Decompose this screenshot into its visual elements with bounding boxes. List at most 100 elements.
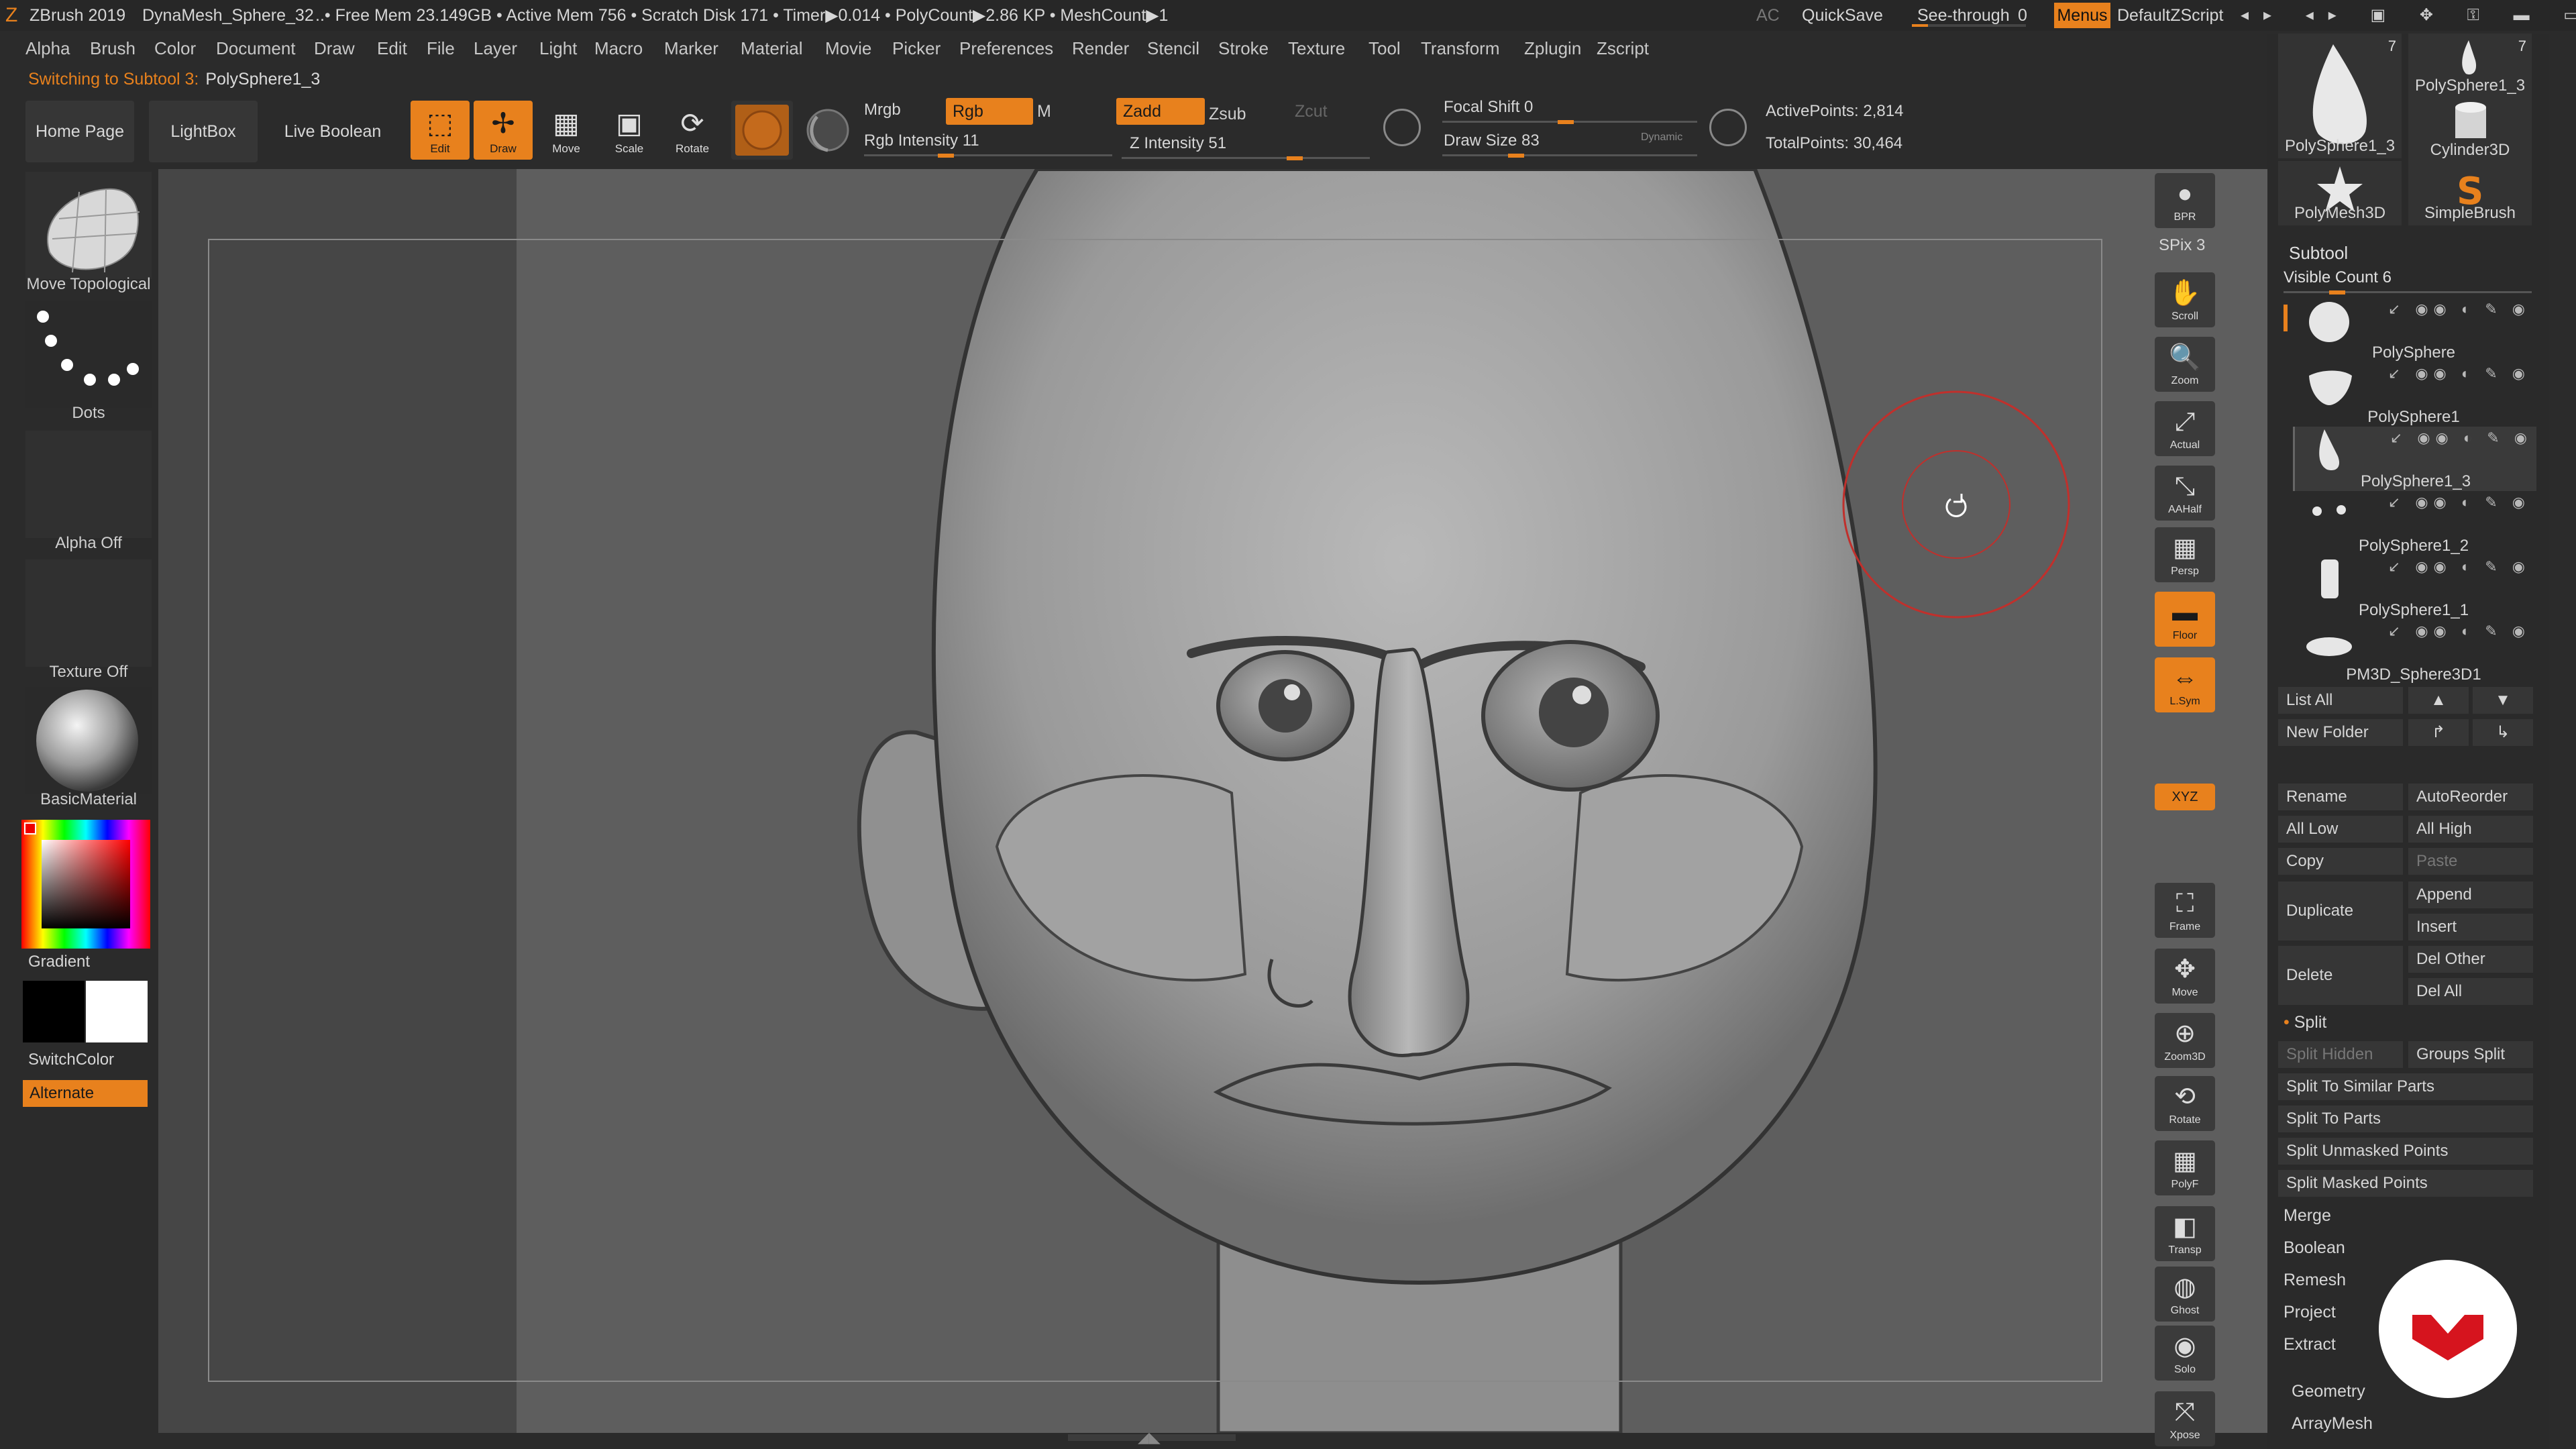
edit-button[interactable]: ⬚ Edit (411, 101, 470, 160)
tool-thumb-polymesh[interactable]: PolyMesh3D (2278, 161, 2402, 225)
extract-section[interactable]: Extract (2284, 1335, 2336, 1354)
visible-count-slider[interactable]: Visible Count 6 (2284, 268, 2392, 287)
insert-button[interactable]: Insert (2408, 914, 2533, 941)
rgb-intensity-knob[interactable] (938, 154, 954, 158)
menu-movie[interactable]: Movie (825, 34, 871, 63)
subtool-row[interactable]: ↙ ◉◉ ◐ ✎ ◉ PolySphere1_3 (2293, 427, 2536, 491)
menu-brush[interactable]: Brush (90, 34, 136, 63)
focal-shift-slider[interactable]: Focal Shift 0 (1444, 98, 1533, 117)
switch-color-button[interactable]: SwitchColor (28, 1051, 114, 1069)
all-high-button[interactable]: All High (2408, 816, 2533, 843)
menu-file[interactable]: File (427, 34, 455, 63)
menu-macro[interactable]: Macro (594, 34, 643, 63)
color-saturation-square[interactable] (42, 840, 130, 928)
window-controls[interactable]: ◂▸ ◂▸ ▣ ✥ ⚿ ▬ ▭ ✕ (2241, 0, 2576, 31)
delete-button[interactable]: Delete (2278, 946, 2403, 1005)
subtool-visibility-controls[interactable]: ↙ ◉◉ ◐ ✎ ◉ (2390, 429, 2532, 447)
menu-transform[interactable]: Transform (1421, 34, 1500, 63)
draw-size-slider[interactable]: Draw Size 83 (1444, 131, 1540, 150)
menu-color[interactable]: Color (154, 34, 196, 63)
material-thumbnail[interactable] (25, 687, 152, 794)
groups-split-button[interactable]: Groups Split (2408, 1041, 2533, 1068)
viewport-ghost-button[interactable]: ◍ Ghost (2155, 1267, 2215, 1322)
viewport-floor-button[interactable]: ▬ Floor (2155, 592, 2215, 647)
viewport-solo-button[interactable]: ◉ Solo (2155, 1326, 2215, 1381)
viewport-canvas[interactable] (158, 169, 2288, 1433)
viewport-zoom-button[interactable]: 🔍 Zoom (2155, 337, 2215, 392)
subtool-visibility-controls[interactable]: ↙ ◉◉ ◐ ✎ ◉ (2388, 365, 2530, 382)
merge-section[interactable]: Merge (2284, 1206, 2331, 1226)
sculptris-s-icon[interactable] (1383, 109, 1421, 146)
split-masked-points-button[interactable]: Split Masked Points (2278, 1170, 2533, 1197)
menu-light[interactable]: Light (539, 34, 577, 63)
del-other-button[interactable]: Del Other (2408, 946, 2533, 973)
subtool-row[interactable]: ↙ ◉◉ ◐ ✎ ◉ PolySphere1_1 (2293, 555, 2534, 620)
move-up-arrow-icon[interactable]: ▲ (2408, 687, 2469, 714)
autoreorder-button[interactable]: AutoReorder (2408, 784, 2533, 810)
menu-preferences[interactable]: Preferences (959, 34, 1053, 63)
menu-layer[interactable]: Layer (474, 34, 517, 63)
subtool-visibility-controls[interactable]: ↙ ◉◉ ◐ ✎ ◉ (2388, 494, 2530, 511)
move-down-arrow-icon[interactable]: ▼ (2473, 687, 2533, 714)
zsub-toggle[interactable]: Zsub (1202, 101, 1283, 127)
focal-shift-knob[interactable] (1558, 120, 1574, 124)
rotate-button[interactable]: ⟳ Rotate (663, 101, 722, 160)
quicksave-button[interactable]: QuickSave (1802, 3, 1883, 28)
project-section[interactable]: Project (2284, 1303, 2336, 1322)
see-through-slider[interactable] (1912, 24, 2026, 27)
z-intensity-slider[interactable]: Z Intensity 51 (1130, 134, 1226, 153)
brush-thumbnail[interactable] (25, 172, 152, 279)
paste-button[interactable]: Paste (2408, 848, 2533, 875)
split-unmasked-points-button[interactable]: Split Unmasked Points (2278, 1138, 2533, 1165)
menu-marker[interactable]: Marker (664, 34, 718, 63)
draw-button[interactable]: ✢ Draw (474, 101, 533, 160)
rename-button[interactable]: Rename (2278, 784, 2403, 810)
main-color-swatch[interactable] (86, 981, 148, 1042)
mrgb-toggle[interactable]: Mrgb (864, 101, 901, 119)
all-low-button[interactable]: All Low (2278, 816, 2403, 843)
scale-button[interactable]: ▣ Scale (600, 101, 659, 160)
stroke-thumbnail[interactable] (25, 301, 152, 408)
live-boolean-button[interactable]: Live Boolean (271, 101, 394, 162)
spix-label[interactable]: SPix 3 (2159, 236, 2205, 255)
draw-size-knob[interactable] (1508, 154, 1524, 158)
bottom-expand-icon[interactable]: ◢◣ (1138, 1429, 1161, 1446)
list-all-button[interactable]: List All (2278, 687, 2403, 714)
viewport-actual-button[interactable]: ⤢ Actual (2155, 401, 2215, 456)
viewport-move-button[interactable]: ✥ Move (2155, 949, 2215, 1004)
draw-size-track[interactable] (1442, 154, 1697, 156)
split-to-parts-button[interactable]: Split To Parts (2278, 1106, 2533, 1132)
subtool-row[interactable]: ↙ ◉◉ ◐ ✎ ◉ PM3D_Sphere3D1 (2293, 620, 2534, 684)
z-intensity-knob[interactable] (1287, 156, 1303, 160)
viewport-polyf-button[interactable]: ▦ PolyF (2155, 1140, 2215, 1195)
menu-tool[interactable]: Tool (1368, 34, 1401, 63)
z-intensity-track[interactable] (1122, 157, 1370, 159)
texture-thumbnail[interactable] (25, 559, 152, 667)
viewport-xpose-button[interactable]: ⤧ Xpose (2155, 1391, 2215, 1446)
m-toggle[interactable]: M (1030, 98, 1077, 125)
xyz-symmetry-toggle[interactable]: XYZ (2155, 784, 2215, 810)
menu-zscript[interactable]: Zscript (1597, 34, 1649, 63)
menu-render[interactable]: Render (1072, 34, 1129, 63)
dynamic-toggle[interactable]: Dynamic (1641, 131, 1682, 144)
tool-thumb-cylinder[interactable]: Cylinder3D (2408, 98, 2532, 162)
menu-stroke[interactable]: Stroke (1218, 34, 1269, 63)
zcut-toggle[interactable]: Zcut (1288, 98, 1362, 125)
alternate-button[interactable]: Alternate (23, 1080, 148, 1107)
lightbox-button[interactable]: LightBox (149, 101, 258, 162)
remesh-section[interactable]: Remesh (2284, 1271, 2346, 1290)
split-hidden-button[interactable]: Split Hidden (2278, 1041, 2403, 1068)
color-picker[interactable] (21, 820, 150, 949)
visible-count-knob[interactable] (2329, 290, 2345, 294)
viewport-frame-button[interactable]: ⛶ Frame (2155, 883, 2215, 938)
duplicate-button[interactable]: Duplicate (2278, 881, 2403, 941)
viewport-rotate-button[interactable]: ⟲ Rotate (2155, 1076, 2215, 1131)
rgb-toggle[interactable]: Rgb (946, 98, 1033, 125)
rgb-intensity-slider[interactable]: Rgb Intensity 11 (864, 131, 979, 150)
viewport-aahalf-button[interactable]: ⤡ AAHalf (2155, 466, 2215, 521)
split-to-similar-parts-button[interactable]: Split To Similar Parts (2278, 1073, 2533, 1100)
viewport-zoom3d-button[interactable]: ⊕ Zoom3D (2155, 1013, 2215, 1068)
menu-edit[interactable]: Edit (377, 34, 407, 63)
menu-zplugin[interactable]: Zplugin (1524, 34, 1581, 63)
folder-in-icon[interactable]: ↱ (2408, 719, 2469, 746)
